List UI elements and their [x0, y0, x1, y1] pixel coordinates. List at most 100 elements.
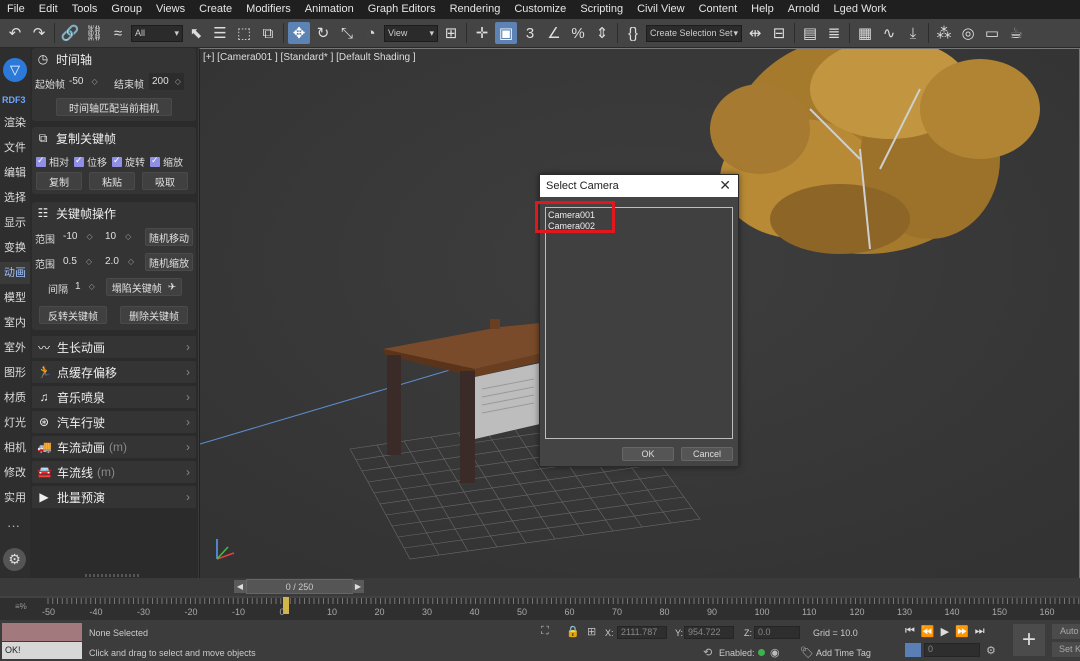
add-key-button[interactable]: + [1013, 624, 1045, 656]
menu-animation[interactable]: Animation [298, 0, 361, 19]
track-bar[interactable]: ≡% -50 -40 -30 -20 -10 0 10 20 30 40 50 60 70 80 90 100… [0, 596, 1080, 620]
range2-from-spinner[interactable]: 0.5 ◇ [63, 253, 92, 270]
pick-button[interactable]: 吸取 [142, 172, 188, 190]
maxscript-listener-input[interactable] [2, 623, 82, 641]
maxscript-output[interactable]: OK! [2, 642, 82, 659]
cancel-button[interactable]: Cancel [681, 447, 733, 461]
reference-coord-dropdown[interactable]: View ▾ [384, 24, 438, 42]
relative-checkbox[interactable] [36, 155, 46, 167]
scale-checkbox[interactable] [150, 155, 160, 167]
next-key-icon[interactable]: ⏩ [955, 625, 969, 638]
scale-icon[interactable]: ⤡ [336, 22, 358, 44]
previous-key-icon[interactable]: ⏪ [921, 625, 935, 638]
snap-icon[interactable]: 3 [519, 22, 541, 44]
time-tag-icon[interactable]: ◉ [770, 646, 780, 659]
tool-item[interactable]: 🏃 点缓存偏移 › [32, 361, 196, 383]
undo-icon[interactable]: ↶ [4, 22, 26, 44]
play-icon[interactable]: ▶ [941, 625, 949, 638]
menu-civil-view[interactable]: Civil View [630, 0, 691, 19]
menu-scripting[interactable]: Scripting [573, 0, 630, 19]
menu-edit[interactable]: Edit [32, 0, 65, 19]
pivot-icon[interactable]: ⊞ [440, 22, 462, 44]
keyboard-shortcut-icon[interactable]: ▣ [495, 22, 517, 44]
rotate-icon[interactable]: ↻ [312, 22, 334, 44]
tool-item[interactable]: ♫ 音乐喷泉 › [32, 386, 196, 408]
menu-tools[interactable]: Tools [65, 0, 105, 19]
menu-content[interactable]: Content [692, 0, 745, 19]
dope-sheet-icon[interactable]: ⤓ [902, 22, 924, 44]
tool-item[interactable]: 🚘 车流线 (m) › [32, 461, 196, 483]
random-scale-button[interactable]: 随机缩放 [145, 253, 193, 271]
category-item[interactable]: 编辑 [0, 162, 30, 184]
category-item[interactable]: 模型 [0, 287, 30, 309]
key-mode-icon[interactable] [905, 643, 921, 657]
y-coordinate-field[interactable]: 954.722 [684, 626, 734, 639]
category-item[interactable]: 动画 [0, 262, 30, 284]
select-by-name-icon[interactable]: ☰ [209, 22, 231, 44]
go-to-end-icon[interactable]: ⏭ [975, 625, 985, 638]
category-item[interactable]: 灯光 [0, 412, 30, 434]
tool-item[interactable]: ⊛ 汽车行驶 › [32, 411, 196, 433]
range1-from-spinner[interactable]: -10 ◇ [63, 228, 93, 245]
schematic-icon[interactable]: ⁂ [933, 22, 955, 44]
category-item[interactable]: 修改 [0, 462, 30, 484]
previous-frame-icon[interactable]: ◀ [234, 580, 246, 593]
category-item[interactable]: 实用 [0, 487, 30, 509]
panel-resize-handle[interactable] [85, 574, 141, 577]
bind-spacewarp-icon[interactable]: ≈ [107, 22, 129, 44]
copy-keys-header[interactable]: ⧉ 复制关键帧 [32, 127, 196, 149]
close-icon[interactable]: ✕ [719, 177, 731, 194]
angle-snap-icon[interactable]: ∠ [543, 22, 565, 44]
category-item[interactable]: 文件 [0, 137, 30, 159]
settings-gear-icon[interactable]: ⚙ [3, 548, 26, 571]
category-item[interactable]: 显示 [0, 212, 30, 234]
time-slider[interactable]: ◀ 0 / 250 ▶ [199, 578, 1080, 596]
time-config-icon[interactable]: ⚙ [986, 644, 996, 657]
track-filter-icon[interactable]: ≡% [15, 602, 27, 611]
ribbon-icon[interactable]: ▦ [854, 22, 876, 44]
position-checkbox[interactable] [74, 155, 84, 167]
isolate-icon[interactable]: ⛶ [541, 625, 549, 638]
reverse-keys-button[interactable]: 反转关键帧 [39, 306, 107, 324]
paste-button[interactable]: 粘贴 [89, 172, 135, 190]
time-slider-thumb[interactable]: 0 / 250 [246, 579, 353, 594]
plugin-logo-icon[interactable]: ▽ [3, 58, 27, 82]
random-move-button[interactable]: 随机移动 [145, 228, 193, 246]
tool-item[interactable]: ▶ 批量预演 › [32, 486, 196, 508]
curve-editor-icon[interactable]: ∿ [878, 22, 900, 44]
menu-arnold[interactable]: Arnold [781, 0, 827, 19]
category-item[interactable]: 相机 [0, 437, 30, 459]
spinner-snap-icon[interactable]: ⇕ [591, 22, 613, 44]
redo-icon[interactable]: ↷ [28, 22, 50, 44]
copy-button[interactable]: 复制 [36, 172, 82, 190]
mirror-icon[interactable]: ⇹ [744, 22, 766, 44]
collapse-keys-button[interactable]: 塌陷关键帧 ✈ [106, 278, 182, 296]
dialog-titlebar[interactable]: Select Camera ✕ [540, 175, 738, 197]
scene-explorer-icon[interactable]: ▤ [799, 22, 821, 44]
viewport-label[interactable]: [+] [Camera001 ] [Standard* ] [Default S… [203, 52, 416, 63]
lock-icon[interactable]: 🔒 [566, 625, 580, 638]
named-selection-set-dropdown[interactable]: Create Selection Set ▾ [646, 24, 742, 42]
menu-customize[interactable]: Customize [507, 0, 573, 19]
camera-list[interactable]: Camera001 Camera002 [545, 207, 733, 439]
menu-rendering[interactable]: Rendering [443, 0, 508, 19]
rotation-checkbox[interactable] [112, 155, 122, 167]
category-item[interactable]: 材质 [0, 387, 30, 409]
adaptive-degradation-icon[interactable]: ⟲ [703, 646, 712, 659]
menu-views[interactable]: Views [149, 0, 192, 19]
z-coordinate-field[interactable]: 0.0 [754, 626, 800, 639]
category-item[interactable]: 变换 [0, 237, 30, 259]
tool-item[interactable]: 🚚 车流动画 (m) › [32, 436, 196, 458]
category-item[interactable]: 图形 [0, 362, 30, 384]
add-time-tag-label[interactable]: Add Time Tag [816, 648, 871, 658]
next-frame-icon[interactable]: ▶ [352, 580, 364, 593]
menu-create[interactable]: Create [192, 0, 239, 19]
x-coordinate-field[interactable]: 2111.787 [617, 626, 667, 639]
auto-key-button[interactable]: Auto [1052, 624, 1080, 639]
end-frame-spinner[interactable]: 200 ◇ [149, 73, 184, 90]
edit-named-sets-icon[interactable]: {} [622, 22, 644, 44]
range1-to-spinner[interactable]: 10 ◇ [105, 228, 131, 245]
rect-region-icon[interactable]: ⬚ [233, 22, 255, 44]
manipulate-icon[interactable]: ✛ [471, 22, 493, 44]
category-item[interactable]: 选择 [0, 187, 30, 209]
